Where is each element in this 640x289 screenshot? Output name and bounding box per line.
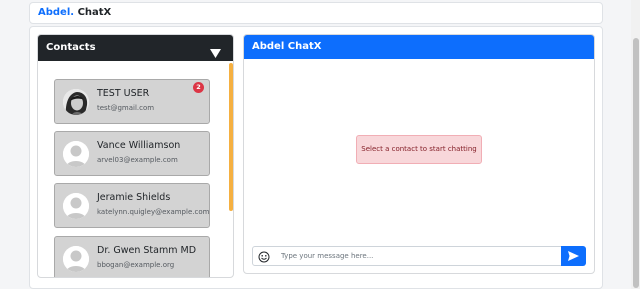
photo-avatar: [63, 89, 89, 115]
default-avatar: [63, 141, 89, 167]
send-icon: [568, 246, 579, 265]
contact-item[interactable]: Jeramie Shields katelynn.quigley@example…: [54, 183, 210, 228]
contact-name: Jeramie Shields: [97, 192, 171, 203]
default-avatar: [63, 246, 89, 272]
unread-badge: 2: [193, 82, 204, 93]
chat-panel: Abdel ChatX Select a contact to start ch…: [243, 34, 595, 274]
emoji-button[interactable]: [252, 246, 276, 266]
top-navbar: Abdel. ChatX: [29, 2, 603, 24]
default-avatar: [63, 193, 89, 219]
contact-name: Dr. Gwen Stamm MD: [97, 245, 197, 256]
brand-part-2: ChatX: [77, 7, 112, 18]
contact-name: Vance Williamson: [97, 140, 181, 151]
triangle-down-icon[interactable]: [210, 43, 221, 62]
contact-item[interactable]: Dr. Gwen Stamm MD bbogan@example.org: [54, 236, 210, 277]
message-input-row: [252, 246, 586, 266]
contact-item[interactable]: Vance Williamson arvel03@example.com: [54, 131, 210, 176]
contact-name: TEST USER: [97, 88, 150, 99]
contact-email: arvel03@example.com: [97, 156, 178, 164]
contact-email: bbogan@example.org: [97, 261, 175, 269]
chat-title: Abdel ChatX: [252, 41, 322, 52]
contacts-scrollbar[interactable]: [229, 63, 233, 211]
contact-item[interactable]: TEST USER test@gmail.com 2: [54, 79, 210, 124]
contacts-list[interactable]: TEST USER test@gmail.com 2 Vance William…: [38, 61, 233, 277]
send-button[interactable]: [561, 246, 586, 266]
page-scrollbar-thumb[interactable]: [633, 38, 639, 288]
contacts-header[interactable]: Contacts: [38, 35, 233, 61]
contact-email: test@gmail.com: [97, 104, 155, 112]
contacts-panel: Contacts TEST USER test@gmail.com 2 Vanc…: [37, 34, 234, 278]
chat-header: Abdel ChatX: [244, 35, 594, 59]
message-input[interactable]: [275, 246, 562, 266]
contacts-title: Contacts: [46, 42, 96, 53]
brand-part-1: Abdel.: [38, 7, 75, 18]
contact-email: katelynn.quigley@example.com: [97, 208, 210, 216]
brand-logo[interactable]: Abdel. ChatX: [38, 7, 111, 18]
smiley-icon: [258, 248, 270, 267]
empty-chat-alert: Select a contact to start chatting: [356, 135, 482, 164]
